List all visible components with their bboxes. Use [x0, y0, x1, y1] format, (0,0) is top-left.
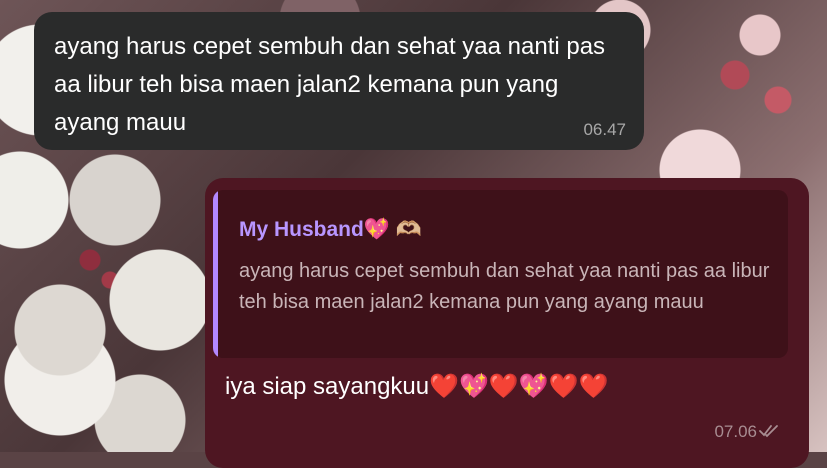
reply-quote-bar [213, 190, 218, 358]
outgoing-message-time: 07.06 [714, 422, 757, 441]
outgoing-message-bubble[interactable]: My Husband💖 🫶🏼 ayang harus cepet sembuh … [205, 178, 809, 468]
incoming-message-time: 06.47 [583, 120, 626, 139]
incoming-message-text: ayang harus cepet sembuh dan sehat yaa n… [54, 33, 606, 136]
outgoing-message-text: iya siap sayangkuu❤️💖❤️💖❤️❤️ [225, 373, 609, 400]
reply-quote[interactable]: My Husband💖 🫶🏼 ayang harus cepet sembuh … [213, 190, 788, 358]
reply-quote-text: ayang harus cepet sembuh dan sehat yaa n… [239, 260, 770, 313]
double-check-icon [759, 425, 778, 438]
incoming-message-bubble[interactable]: ayang harus cepet sembuh dan sehat yaa n… [34, 12, 644, 150]
reply-quote-sender: My Husband💖 🫶🏼 [239, 218, 422, 241]
